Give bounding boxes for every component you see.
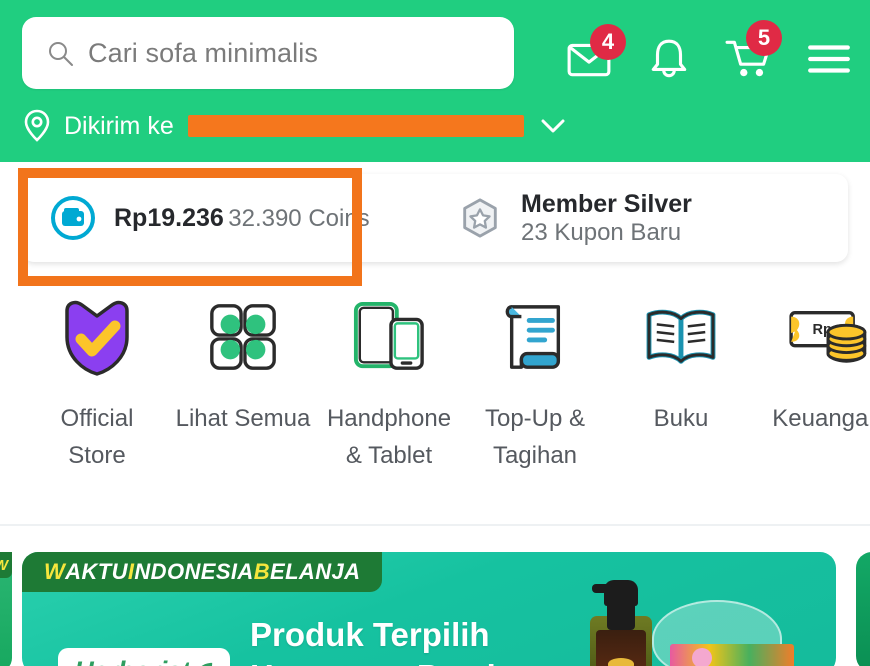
location-pin-icon: [22, 109, 52, 143]
app-header: Cari sofa minimalis 4 5 Dikirim ke: [0, 0, 870, 162]
category-label: Buku: [653, 405, 709, 432]
membership-section[interactable]: Member Silver 23 Kupon Baru: [435, 174, 848, 262]
header-action-icons: 4 5: [562, 20, 856, 88]
grid-four-squares-icon: [206, 296, 280, 378]
cart-button[interactable]: 5: [722, 20, 782, 88]
category-label: Handphone & Tablet: [326, 405, 452, 470]
brand-logo-text: Herborist: [74, 656, 190, 666]
wallet-icon: [50, 195, 96, 241]
category-label: Lihat Semua: [175, 405, 311, 432]
promo-banner-product-image: [532, 552, 836, 666]
header-top-row: Cari sofa minimalis 4 5: [0, 12, 870, 94]
gift-box-graphic: [670, 644, 794, 666]
membership-text-block: Member Silver 23 Kupon Baru: [521, 189, 848, 248]
wallet-balance-amount: Rp19.236: [114, 203, 224, 232]
brand-logo-herborist: Herborist: [58, 648, 230, 666]
category-buku[interactable]: Buku: [608, 296, 754, 437]
notifications-button[interactable]: [642, 30, 696, 88]
delivery-address-label: Dikirim ke: [64, 111, 174, 140]
bell-icon: [651, 39, 687, 78]
pump-bottle-graphic: [590, 568, 652, 666]
membership-tier: Member Silver: [521, 189, 692, 218]
promo-banner-previous[interactable]: W: [0, 552, 12, 666]
promo-banner-carousel: W WAKTU INDONESIA BELANJA Produk Terpili…: [0, 538, 870, 666]
category-official-store[interactable]: Official Store: [24, 296, 170, 474]
mail-badge-count: 4: [590, 24, 626, 60]
bottle-pump-spout: [592, 584, 612, 593]
wib-badge-w: W: [44, 559, 66, 584]
category-label: Top-Up & Tagihan: [484, 405, 586, 470]
category-topup-tagihan[interactable]: Top-Up & Tagihan: [462, 296, 608, 474]
app-root: Cari sofa minimalis 4 5 Dikirim ke Rp19.…: [0, 0, 870, 666]
account-summary-card: Rp19.236 32.390 Coins Member Silver 23 K…: [22, 174, 848, 262]
wib-badge-ndonesia: NDONESIA: [134, 559, 254, 584]
category-handphone-tablet[interactable]: Handphone & Tablet: [316, 296, 462, 474]
category-lihat-semua[interactable]: Lihat Semua: [170, 296, 316, 437]
wallet-text-block: Rp19.236 32.390 Coins: [114, 203, 370, 234]
open-book-icon: [641, 296, 721, 378]
bottle-label: [596, 630, 646, 666]
wallet-balance-section[interactable]: Rp19.236 32.390 Coins: [22, 174, 435, 262]
wib-badge-elanja: ELANJA: [270, 559, 361, 584]
hamburger-menu-button[interactable]: [802, 30, 856, 88]
official-store-shield-icon: [59, 296, 135, 378]
category-label: Keuangan: [772, 405, 870, 432]
delivery-address-selector[interactable]: Dikirim ke: [22, 106, 566, 146]
promo-banner-previous-badge: W: [0, 552, 12, 578]
wallet-coins-amount: 32.390 Coins: [228, 204, 370, 232]
search-input[interactable]: Cari sofa minimalis: [22, 17, 514, 89]
delivery-address-value-redacted: [187, 115, 524, 137]
hamburger-menu-icon: [808, 45, 850, 73]
leaf-icon: [201, 662, 212, 666]
wib-badge-aktu: AKTU: [65, 559, 128, 584]
category-shortcut-row: Official Store Lihat Semua Handphone & T…: [0, 296, 870, 496]
cart-badge-count: 5: [746, 20, 782, 56]
money-coins-icon: Rp: [786, 296, 868, 378]
promo-banner-next[interactable]: [856, 552, 870, 666]
bottle-label-decoration: [608, 658, 634, 666]
category-keuangan[interactable]: Rp Keuangan: [754, 296, 870, 437]
membership-coupons: 23 Kupon Baru: [521, 218, 682, 246]
search-icon: [46, 39, 74, 67]
wib-badge-b: B: [253, 559, 271, 584]
promo-banner-headline: Produk Terpilih Hematnya Pasti: [250, 616, 496, 666]
phone-tablet-icon: [350, 296, 428, 378]
flower-graphic: [692, 648, 712, 666]
category-label: Official Store: [60, 405, 134, 470]
wib-campaign-badge: W AKTU I NDONESIA B ELANJA: [22, 552, 383, 592]
bottle-neck: [607, 602, 635, 630]
section-divider: [0, 524, 870, 526]
search-placeholder-text: Cari sofa minimalis: [88, 37, 318, 68]
promo-banner-current[interactable]: W AKTU I NDONESIA B ELANJA Produk Terpilih …: [22, 552, 836, 666]
chevron-down-icon: [540, 117, 566, 135]
mail-button[interactable]: 4: [562, 24, 626, 88]
invoice-document-icon: [500, 296, 570, 378]
member-badge-icon: [457, 195, 503, 241]
